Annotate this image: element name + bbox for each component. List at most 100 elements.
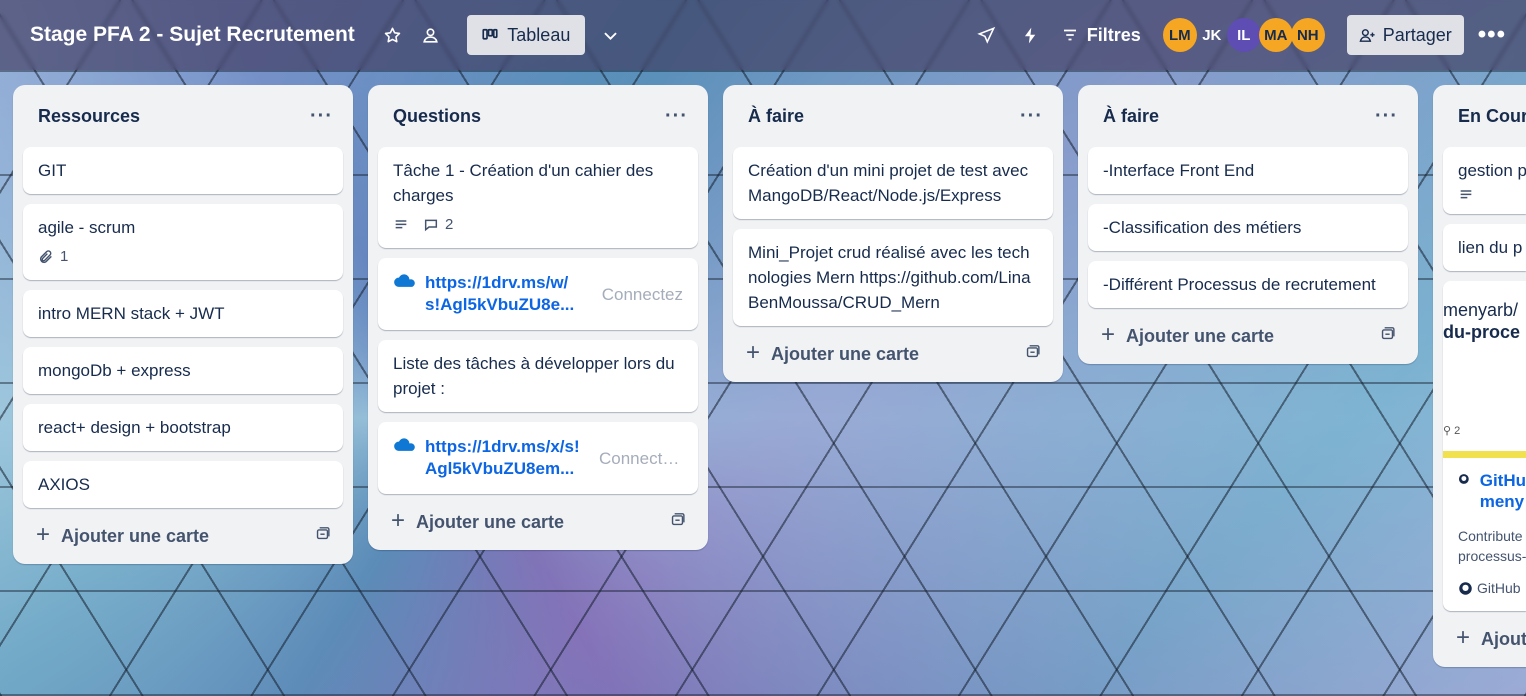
- avatar[interactable]: MA: [1258, 18, 1293, 52]
- link-card[interactable]: https://1drv.ms/x/s! Agl5kVbuZU8em... Co…: [378, 422, 698, 494]
- team-visibility-icon[interactable]: [415, 19, 447, 51]
- board-header: Stage PFA 2 - Sujet Recrutement Tableau …: [0, 0, 1526, 70]
- card-title: react+ design + bootstrap: [38, 418, 231, 437]
- card[interactable]: -Interface Front End: [1088, 147, 1408, 194]
- card-title: gestion p: [1458, 161, 1526, 180]
- card-title: -Classification des métiers: [1103, 218, 1302, 237]
- github-link-title[interactable]: GitHu meny: [1458, 470, 1526, 512]
- list-menu-button[interactable]: ···: [1020, 105, 1043, 128]
- link-card[interactable]: https://1drv.ms/w/ s!Agl5kVbuZU8e... Con…: [378, 258, 698, 330]
- card[interactable]: lien du p: [1443, 224, 1526, 271]
- plus-icon: +: [36, 520, 51, 548]
- card[interactable]: Mini_Projet crud réalisé avec les techno…: [733, 229, 1053, 326]
- board-menu-button[interactable]: •••: [1478, 21, 1506, 49]
- list-questions: Questions ··· Tâche 1 - Création d'un ca…: [368, 85, 708, 550]
- description-icon: [1460, 190, 1472, 199]
- list-title[interactable]: En Cours: [1458, 106, 1526, 127]
- connect-button[interactable]: Connectez: [602, 282, 683, 307]
- card[interactable]: -Différent Processus de recrutement: [1088, 261, 1408, 308]
- card-title: agile - scrum: [38, 218, 136, 237]
- paperclip-icon: [39, 249, 52, 263]
- description-badge: [1458, 187, 1474, 203]
- filters-button[interactable]: Filtres: [1061, 25, 1141, 46]
- card-title: GIT: [38, 161, 67, 180]
- card-title: lien du p: [1458, 238, 1523, 257]
- card[interactable]: Tâche 1 - Création d'un cahier des charg…: [378, 147, 698, 248]
- list-title[interactable]: À faire: [748, 106, 804, 127]
- card-template-icon[interactable]: [1379, 325, 1396, 347]
- onedrive-icon: [394, 274, 415, 287]
- add-card-label: Ajout: [1481, 628, 1526, 649]
- card-template-icon[interactable]: [669, 511, 686, 533]
- plus-icon: +: [746, 338, 761, 366]
- share-button[interactable]: Partager: [1346, 15, 1464, 55]
- add-card-button[interactable]: + Ajouter une carte: [1078, 308, 1418, 364]
- link-url[interactable]: https://1drv.ms/x/s! Agl5kVbuZU8em...: [425, 436, 585, 480]
- card[interactable]: react+ design + bootstrap: [23, 404, 343, 451]
- preview-repo-name: du-proce: [1443, 322, 1521, 342]
- board-title[interactable]: Stage PFA 2 - Sujet Recrutement: [30, 23, 355, 47]
- github-icon: [1458, 474, 1469, 484]
- card-title: -Différent Processus de recrutement: [1103, 275, 1376, 294]
- card-template-icon[interactable]: [314, 525, 331, 547]
- add-card-label: Ajouter une carte: [61, 525, 210, 546]
- card[interactable]: GIT: [23, 147, 343, 194]
- automation-icon[interactable]: [1015, 19, 1047, 51]
- add-card-button[interactable]: + Ajouter une carte: [723, 326, 1063, 382]
- card-title: intro MERN stack + JWT: [38, 304, 225, 323]
- card-title: Liste des tâches à développer lors du pr…: [393, 354, 675, 398]
- list-title[interactable]: Questions: [393, 106, 481, 127]
- plus-icon: +: [391, 506, 406, 534]
- list-a-faire-1: À faire ··· Création d'un mini projet de…: [723, 85, 1063, 382]
- card[interactable]: -Classification des métiers: [1088, 204, 1408, 251]
- github-icon: [1459, 582, 1472, 595]
- avatar[interactable]: IL: [1226, 18, 1261, 52]
- github-link-description: Contribute processus-: [1458, 528, 1526, 564]
- board-members: LM JK IL MA NH: [1162, 18, 1325, 52]
- list-menu-button[interactable]: ···: [310, 105, 333, 128]
- list-header: À faire ···: [723, 85, 1063, 147]
- card-title: Mini_Projet crud réalisé avec les techno…: [748, 243, 1031, 312]
- card[interactable]: intro MERN stack + JWT: [23, 290, 343, 337]
- chevron-down-icon[interactable]: [595, 19, 627, 51]
- card[interactable]: agile - scrum 1: [23, 204, 343, 280]
- attachment-count: 1: [60, 248, 69, 265]
- card[interactable]: Création d'un mini projet de test avec M…: [733, 147, 1053, 219]
- connect-button[interactable]: Connecte...: [599, 446, 683, 471]
- list-header: Questions ···: [368, 85, 708, 147]
- list-menu-button[interactable]: ···: [665, 105, 688, 128]
- avatar[interactable]: NH: [1290, 18, 1325, 52]
- card-template-icon[interactable]: [1024, 343, 1041, 365]
- list-menu-button[interactable]: ···: [1375, 105, 1398, 128]
- list-title[interactable]: Ressources: [38, 106, 140, 127]
- preview-repo-owner: menyarb/: [1443, 300, 1519, 320]
- share-label: Partager: [1382, 24, 1452, 45]
- card-title: -Interface Front End: [1103, 161, 1255, 180]
- board-view-label: Tableau: [507, 24, 571, 45]
- card-title: mongoDb + express: [38, 361, 191, 380]
- add-card-button[interactable]: + Ajouter une carte: [368, 494, 708, 550]
- add-card-label: Ajouter une carte: [771, 343, 920, 364]
- add-card-button[interactable]: + Ajouter une carte: [13, 508, 353, 564]
- list-header: Ressources ···: [13, 85, 353, 147]
- card[interactable]: mongoDb + express: [23, 347, 343, 394]
- comments-badge: 2: [423, 212, 453, 237]
- link-url[interactable]: https://1drv.ms/w/ s!Agl5kVbuZU8e...: [425, 272, 585, 316]
- avatar[interactable]: JK: [1195, 18, 1229, 52]
- plus-icon: +: [1101, 320, 1116, 348]
- board-view-button[interactable]: Tableau: [466, 15, 585, 55]
- power-ups-icon[interactable]: [971, 19, 1003, 51]
- list-header: En Cours: [1433, 85, 1526, 147]
- add-card-button[interactable]: + Ajout: [1433, 611, 1526, 667]
- avatar[interactable]: LM: [1162, 18, 1197, 52]
- add-card-label: Ajouter une carte: [416, 511, 565, 532]
- card[interactable]: gestion p: [1443, 147, 1526, 214]
- list-a-faire-2: À faire ··· -Interface Front End -Classi…: [1078, 85, 1418, 364]
- list-header: À faire ···: [1078, 85, 1418, 147]
- card[interactable]: AXIOS: [23, 461, 343, 508]
- onedrive-icon: [394, 438, 415, 451]
- github-link-card[interactable]: menyarb/ du-proce ⚲ 2 GitHu meny Contribu…: [1443, 281, 1526, 611]
- list-title[interactable]: À faire: [1103, 106, 1159, 127]
- star-icon[interactable]: [377, 19, 409, 51]
- card[interactable]: Liste des tâches à développer lors du pr…: [378, 340, 698, 412]
